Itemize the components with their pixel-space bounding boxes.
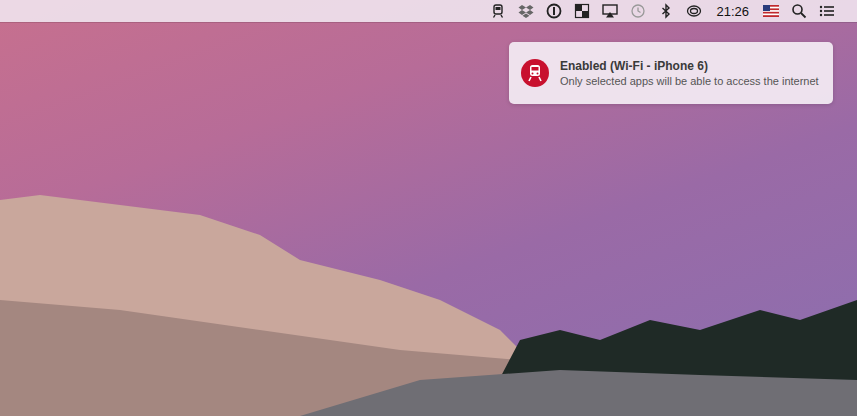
time-machine-icon[interactable]	[630, 3, 646, 19]
bluetooth-icon[interactable]	[658, 3, 674, 19]
us-flag-icon[interactable]	[763, 3, 779, 19]
window-grid-icon[interactable]	[574, 3, 590, 19]
train-icon[interactable]	[490, 3, 506, 19]
notification-body: Only selected apps will be able to acces…	[560, 75, 819, 88]
notification[interactable]: Enabled (Wi-Fi - iPhone 6) Only selected …	[509, 42, 833, 104]
train-app-icon	[521, 59, 549, 87]
notification-title: Enabled (Wi-Fi - iPhone 6)	[560, 59, 819, 73]
desktop: 21:26 Enabled (Wi-Fi - iPhone 6) Only sele…	[0, 0, 857, 416]
notification-list-icon[interactable]	[819, 3, 835, 19]
search-icon[interactable]	[791, 3, 807, 19]
airplay-icon[interactable]	[602, 3, 618, 19]
dropbox-icon[interactable]	[518, 3, 534, 19]
menu-clock[interactable]: 21:26	[714, 4, 751, 19]
password-manager-icon[interactable]	[546, 3, 562, 19]
menu-bar: 21:26	[0, 0, 857, 22]
wifi-swirl-icon[interactable]	[686, 3, 702, 19]
notification-text: Enabled (Wi-Fi - iPhone 6) Only selected …	[560, 59, 819, 88]
